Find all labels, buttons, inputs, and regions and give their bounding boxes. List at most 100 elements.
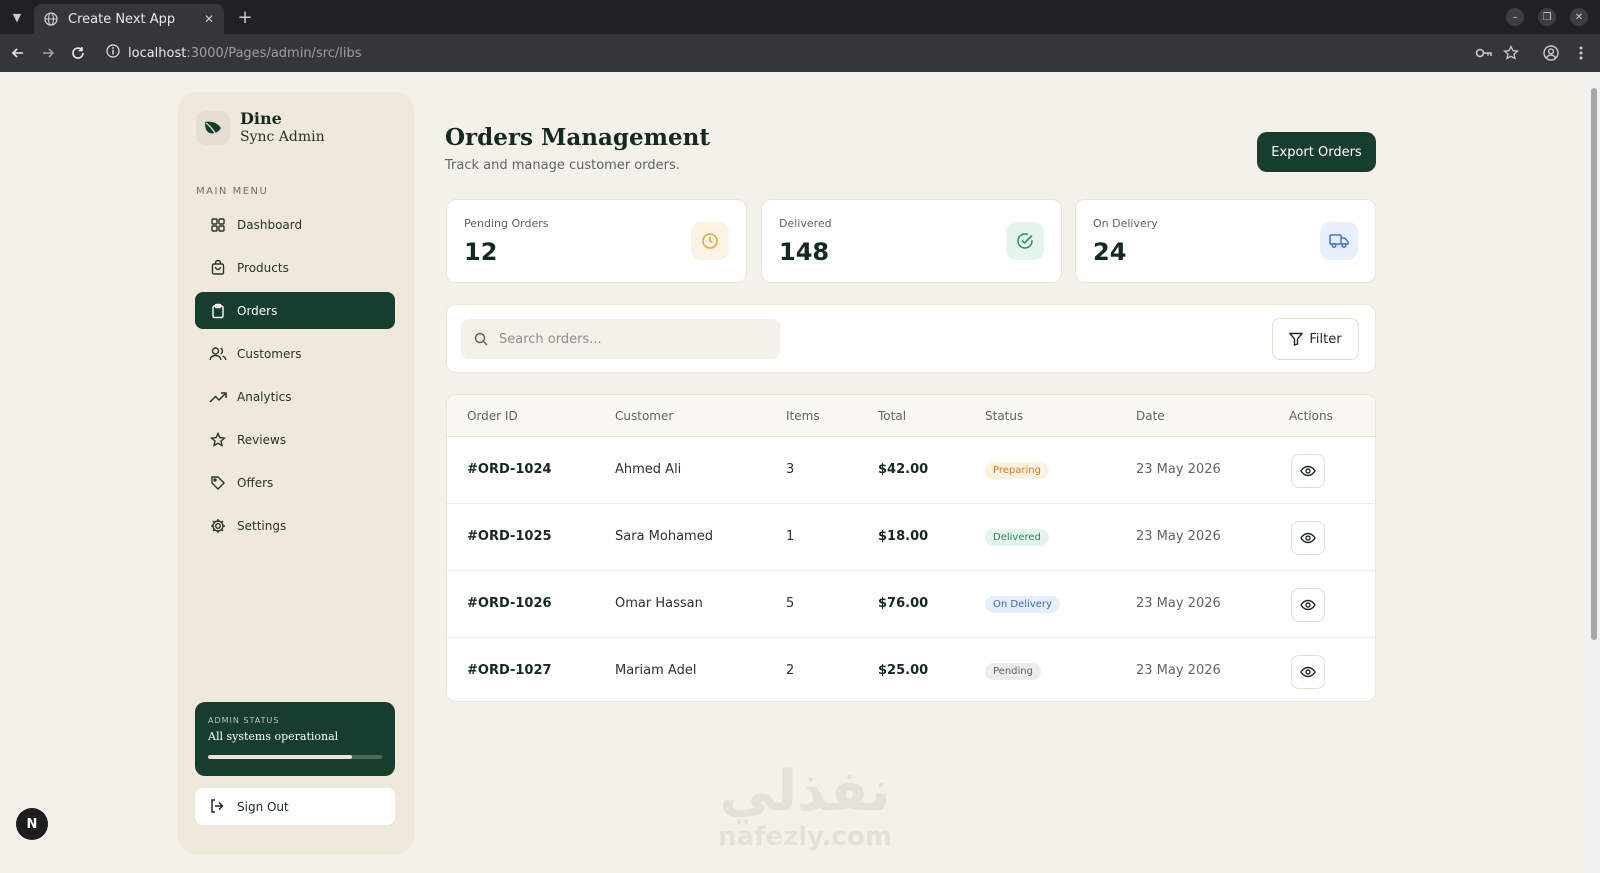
order-id: #ORD-1026 bbox=[467, 596, 552, 611]
key-icon[interactable] bbox=[1475, 44, 1493, 62]
orders-table: Order ID Customer Items Total Status Dat… bbox=[446, 394, 1376, 702]
status-badge: On Delivery bbox=[985, 596, 1060, 613]
browser-tab[interactable]: Create Next App ✕ bbox=[34, 4, 224, 34]
stat-value: 24 bbox=[1093, 238, 1127, 266]
profile-icon[interactable] bbox=[1542, 44, 1560, 62]
table-header: Order ID Customer Items Total Status Dat… bbox=[447, 395, 1375, 437]
customer-name: Omar Hassan bbox=[615, 596, 703, 611]
column-header: Date bbox=[1136, 409, 1165, 423]
sidebar-item-analytics[interactable]: Analytics bbox=[195, 378, 395, 415]
sidebar-item-label: Offers bbox=[237, 475, 274, 490]
sidebar-item-label: Dashboard bbox=[237, 217, 303, 232]
order-id: #ORD-1024 bbox=[467, 462, 552, 477]
scrollbar-thumb[interactable] bbox=[1591, 88, 1597, 640]
search-box[interactable] bbox=[461, 319, 780, 359]
sign-out-label: Sign Out bbox=[237, 799, 289, 814]
trending-up-icon bbox=[209, 388, 227, 406]
brand[interactable]: Dine Sync Admin bbox=[196, 110, 325, 146]
gear-icon bbox=[209, 517, 227, 535]
item-count: 1 bbox=[786, 529, 795, 544]
order-id: #ORD-1027 bbox=[467, 663, 552, 678]
url-path: :3000/Pages/admin/src/libs bbox=[186, 45, 362, 61]
status-badge: Delivered bbox=[985, 529, 1049, 546]
search-icon bbox=[473, 331, 489, 347]
minimize-icon[interactable]: – bbox=[1506, 8, 1524, 26]
sidebar-item-label: Settings bbox=[237, 518, 287, 533]
check-circle-icon bbox=[1006, 222, 1044, 260]
eye-icon bbox=[1300, 462, 1316, 481]
tab-close-icon[interactable]: ✕ bbox=[204, 12, 214, 26]
sidebar-item-dashboard[interactable]: Dashboard bbox=[195, 206, 395, 243]
stat-card-delivered: Delivered 148 bbox=[761, 199, 1062, 283]
table-row: #ORD-1025 Sara Mohamed 1 $18.00 Delivere… bbox=[447, 504, 1375, 571]
stat-value: 12 bbox=[464, 238, 498, 266]
search-filter-bar: Filter bbox=[446, 304, 1376, 373]
site-info-icon[interactable] bbox=[106, 44, 120, 62]
admin-status-progress-fill bbox=[208, 755, 353, 759]
filter-button[interactable]: Filter bbox=[1272, 318, 1359, 360]
page-scrollbar[interactable] bbox=[1588, 72, 1600, 873]
url-host: localhost bbox=[128, 45, 187, 61]
sidebar-item-reviews[interactable]: Reviews bbox=[195, 421, 395, 458]
sidebar-item-label: Analytics bbox=[237, 389, 292, 404]
eye-icon bbox=[1300, 663, 1316, 682]
order-total: $18.00 bbox=[878, 529, 929, 544]
restore-icon[interactable]: ❐ bbox=[1538, 8, 1556, 26]
sidebar-item-settings[interactable]: Settings bbox=[195, 507, 395, 544]
sign-out-button[interactable]: Sign Out bbox=[195, 788, 395, 825]
bag-icon bbox=[209, 259, 227, 277]
tab-title: Create Next App bbox=[68, 11, 176, 27]
customer-name: Sara Mohamed bbox=[615, 529, 713, 544]
filter-icon bbox=[1289, 332, 1304, 346]
main-menu: Dashboard Products Orders Customers Anal… bbox=[195, 206, 395, 550]
table-row: #ORD-1024 Ahmed Ali 3 $42.00 Preparing 2… bbox=[447, 437, 1375, 504]
view-order-button[interactable] bbox=[1291, 521, 1325, 555]
order-date: 23 May 2026 bbox=[1136, 529, 1221, 544]
order-date: 23 May 2026 bbox=[1136, 663, 1221, 678]
grid-icon bbox=[209, 216, 227, 234]
globe-icon bbox=[44, 12, 58, 26]
stat-label: Delivered bbox=[779, 217, 832, 230]
stat-value: 148 bbox=[779, 238, 830, 266]
sidebar-item-label: Reviews bbox=[237, 432, 287, 447]
customer-name: Ahmed Ali bbox=[615, 462, 682, 477]
sidebar-item-offers[interactable]: Offers bbox=[195, 464, 395, 501]
view-order-button[interactable] bbox=[1291, 454, 1325, 488]
order-id: #ORD-1025 bbox=[467, 529, 552, 544]
truck-icon bbox=[1320, 222, 1358, 260]
browser-tab-bar: ▼ Create Next App ✕ + – ❐ ✕ bbox=[0, 0, 1600, 34]
browser-toolbar: localhost :3000/Pages/admin/src/libs bbox=[0, 34, 1600, 72]
new-tab-icon[interactable]: + bbox=[234, 6, 256, 28]
item-count: 2 bbox=[786, 663, 795, 678]
sidebar-item-orders[interactable]: Orders bbox=[195, 292, 395, 329]
main-menu-label: MAIN MENU bbox=[196, 186, 269, 197]
column-header: Customer bbox=[615, 409, 674, 423]
nextjs-dev-badge[interactable]: N bbox=[16, 808, 48, 840]
browser-menu-icon[interactable] bbox=[1572, 44, 1590, 62]
bookmark-star-icon[interactable] bbox=[1502, 44, 1520, 62]
address-bar[interactable]: localhost :3000/Pages/admin/src/libs bbox=[106, 39, 1476, 67]
order-date: 23 May 2026 bbox=[1136, 596, 1221, 611]
reload-icon[interactable] bbox=[68, 43, 88, 63]
window-close-icon[interactable]: ✕ bbox=[1570, 8, 1588, 26]
back-icon[interactable] bbox=[8, 43, 28, 63]
search-input[interactable] bbox=[499, 331, 769, 347]
forward-icon[interactable] bbox=[38, 43, 58, 63]
item-count: 3 bbox=[786, 462, 795, 477]
sidebar: Dine Sync Admin MAIN MENU Dashboard Prod… bbox=[178, 92, 414, 854]
page-subtitle: Track and manage customer orders. bbox=[445, 158, 680, 173]
sidebar-item-products[interactable]: Products bbox=[195, 249, 395, 286]
view-order-button[interactable] bbox=[1291, 588, 1325, 622]
sidebar-item-customers[interactable]: Customers bbox=[195, 335, 395, 372]
page-viewport: Dine Sync Admin MAIN MENU Dashboard Prod… bbox=[0, 72, 1588, 873]
customer-name: Mariam Adel bbox=[615, 663, 697, 678]
view-order-button[interactable] bbox=[1291, 655, 1325, 689]
export-orders-button[interactable]: Export Orders bbox=[1257, 132, 1376, 172]
order-total: $25.00 bbox=[878, 663, 929, 678]
admin-status-text: All systems operational bbox=[208, 730, 339, 743]
admin-status-card: ADMIN STATUS All systems operational bbox=[195, 702, 395, 776]
tab-search-chevron-icon[interactable]: ▼ bbox=[6, 6, 28, 28]
stat-label: On Delivery bbox=[1093, 217, 1158, 230]
watermark: نفذلي nafezly.com bbox=[705, 762, 905, 853]
admin-status-progress bbox=[208, 755, 382, 759]
